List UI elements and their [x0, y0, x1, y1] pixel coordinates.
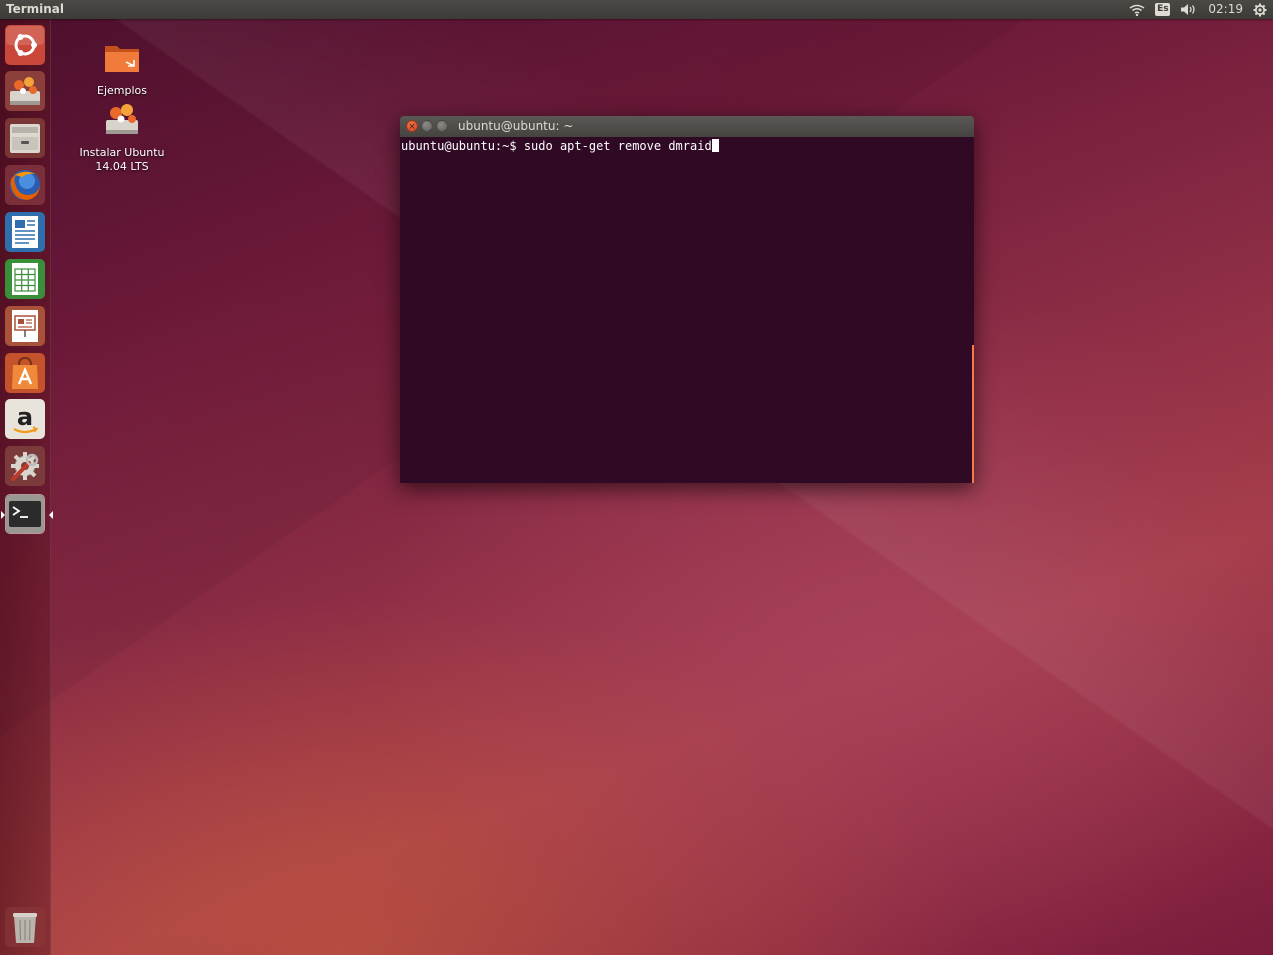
text-cursor	[711, 139, 719, 152]
minimize-button[interactable]	[421, 120, 433, 132]
firefox-icon	[5, 165, 45, 205]
top-panel: Terminal Es 02:19	[0, 0, 1273, 19]
launcher-install-ubuntu[interactable]	[5, 71, 45, 111]
settings-wrench-gear-icon	[5, 446, 45, 486]
launcher-firefox[interactable]	[5, 165, 45, 205]
scrollbar-indicator[interactable]	[972, 345, 974, 483]
writer-document-icon	[5, 212, 45, 252]
unity-launcher: a	[0, 19, 53, 955]
folder-icon	[105, 46, 139, 72]
active-app-title: Terminal	[6, 2, 65, 16]
launcher-libreoffice-impress[interactable]	[5, 306, 45, 346]
launcher-software-center[interactable]	[5, 353, 45, 393]
desktop-icon-ejemplos[interactable]: Ejemplos	[72, 40, 172, 98]
desktop-icon-install-ubuntu[interactable]: Instalar Ubuntu 14.04 LTS	[72, 102, 172, 174]
indicator-area: Es 02:19	[1129, 0, 1267, 19]
launcher-amazon[interactable]: a	[5, 399, 45, 439]
terminal-icon	[6, 495, 44, 533]
keyboard-layout-label: Es	[1155, 3, 1171, 16]
launcher-files[interactable]	[5, 118, 45, 158]
close-button[interactable]: ×	[406, 120, 418, 132]
desktop-icon-label: Ejemplos	[97, 84, 147, 97]
terminal-command-line: ubuntu@ubuntu:~$ sudo apt-get remove dmr…	[401, 139, 719, 154]
clock[interactable]: 02:19	[1208, 0, 1243, 19]
impress-presentation-icon	[5, 306, 45, 346]
installer-icon	[5, 71, 45, 111]
terminal-output-area[interactable]: ubuntu@ubuntu:~$ sudo apt-get remove dmr…	[400, 137, 974, 483]
volume-icon[interactable]	[1180, 0, 1198, 19]
launcher-libreoffice-calc[interactable]	[5, 259, 45, 299]
terminal-command-text: sudo apt-get remove dmraid	[523, 139, 712, 153]
maximize-button[interactable]	[436, 120, 448, 132]
launcher-terminal[interactable]	[1, 494, 53, 534]
svg-text:a: a	[17, 403, 33, 431]
calc-spreadsheet-icon	[5, 259, 45, 299]
launcher-trash[interactable]	[5, 907, 45, 947]
file-cabinet-icon	[5, 118, 45, 158]
active-indicator-right	[49, 511, 53, 519]
ubuntu-logo-icon	[5, 25, 45, 65]
keyboard-layout-indicator[interactable]: Es	[1155, 0, 1171, 19]
amazon-icon: a	[5, 399, 45, 439]
launcher-dash-home[interactable]	[5, 25, 45, 65]
session-gear-icon[interactable]	[1253, 0, 1267, 19]
desktop-icon-label-line1: Instalar Ubuntu	[79, 146, 165, 159]
trash-icon	[5, 907, 45, 947]
launcher-system-settings[interactable]	[5, 446, 45, 486]
active-indicator-left	[1, 511, 5, 519]
launcher-libreoffice-writer[interactable]	[5, 212, 45, 252]
installer-icon	[106, 104, 138, 134]
desktop-icon-label-line2: 14.04 LTS	[95, 160, 149, 173]
window-titlebar[interactable]: × ubuntu@ubuntu: ~	[400, 116, 974, 137]
close-icon: ×	[408, 122, 416, 132]
terminal-window[interactable]: × ubuntu@ubuntu: ~ ubuntu@ubuntu:~$ sudo…	[400, 116, 974, 483]
wifi-icon[interactable]	[1129, 0, 1145, 19]
terminal-prompt: ubuntu@ubuntu:~$	[401, 139, 524, 153]
window-title: ubuntu@ubuntu: ~	[458, 119, 574, 133]
software-center-bag-icon	[5, 353, 45, 393]
